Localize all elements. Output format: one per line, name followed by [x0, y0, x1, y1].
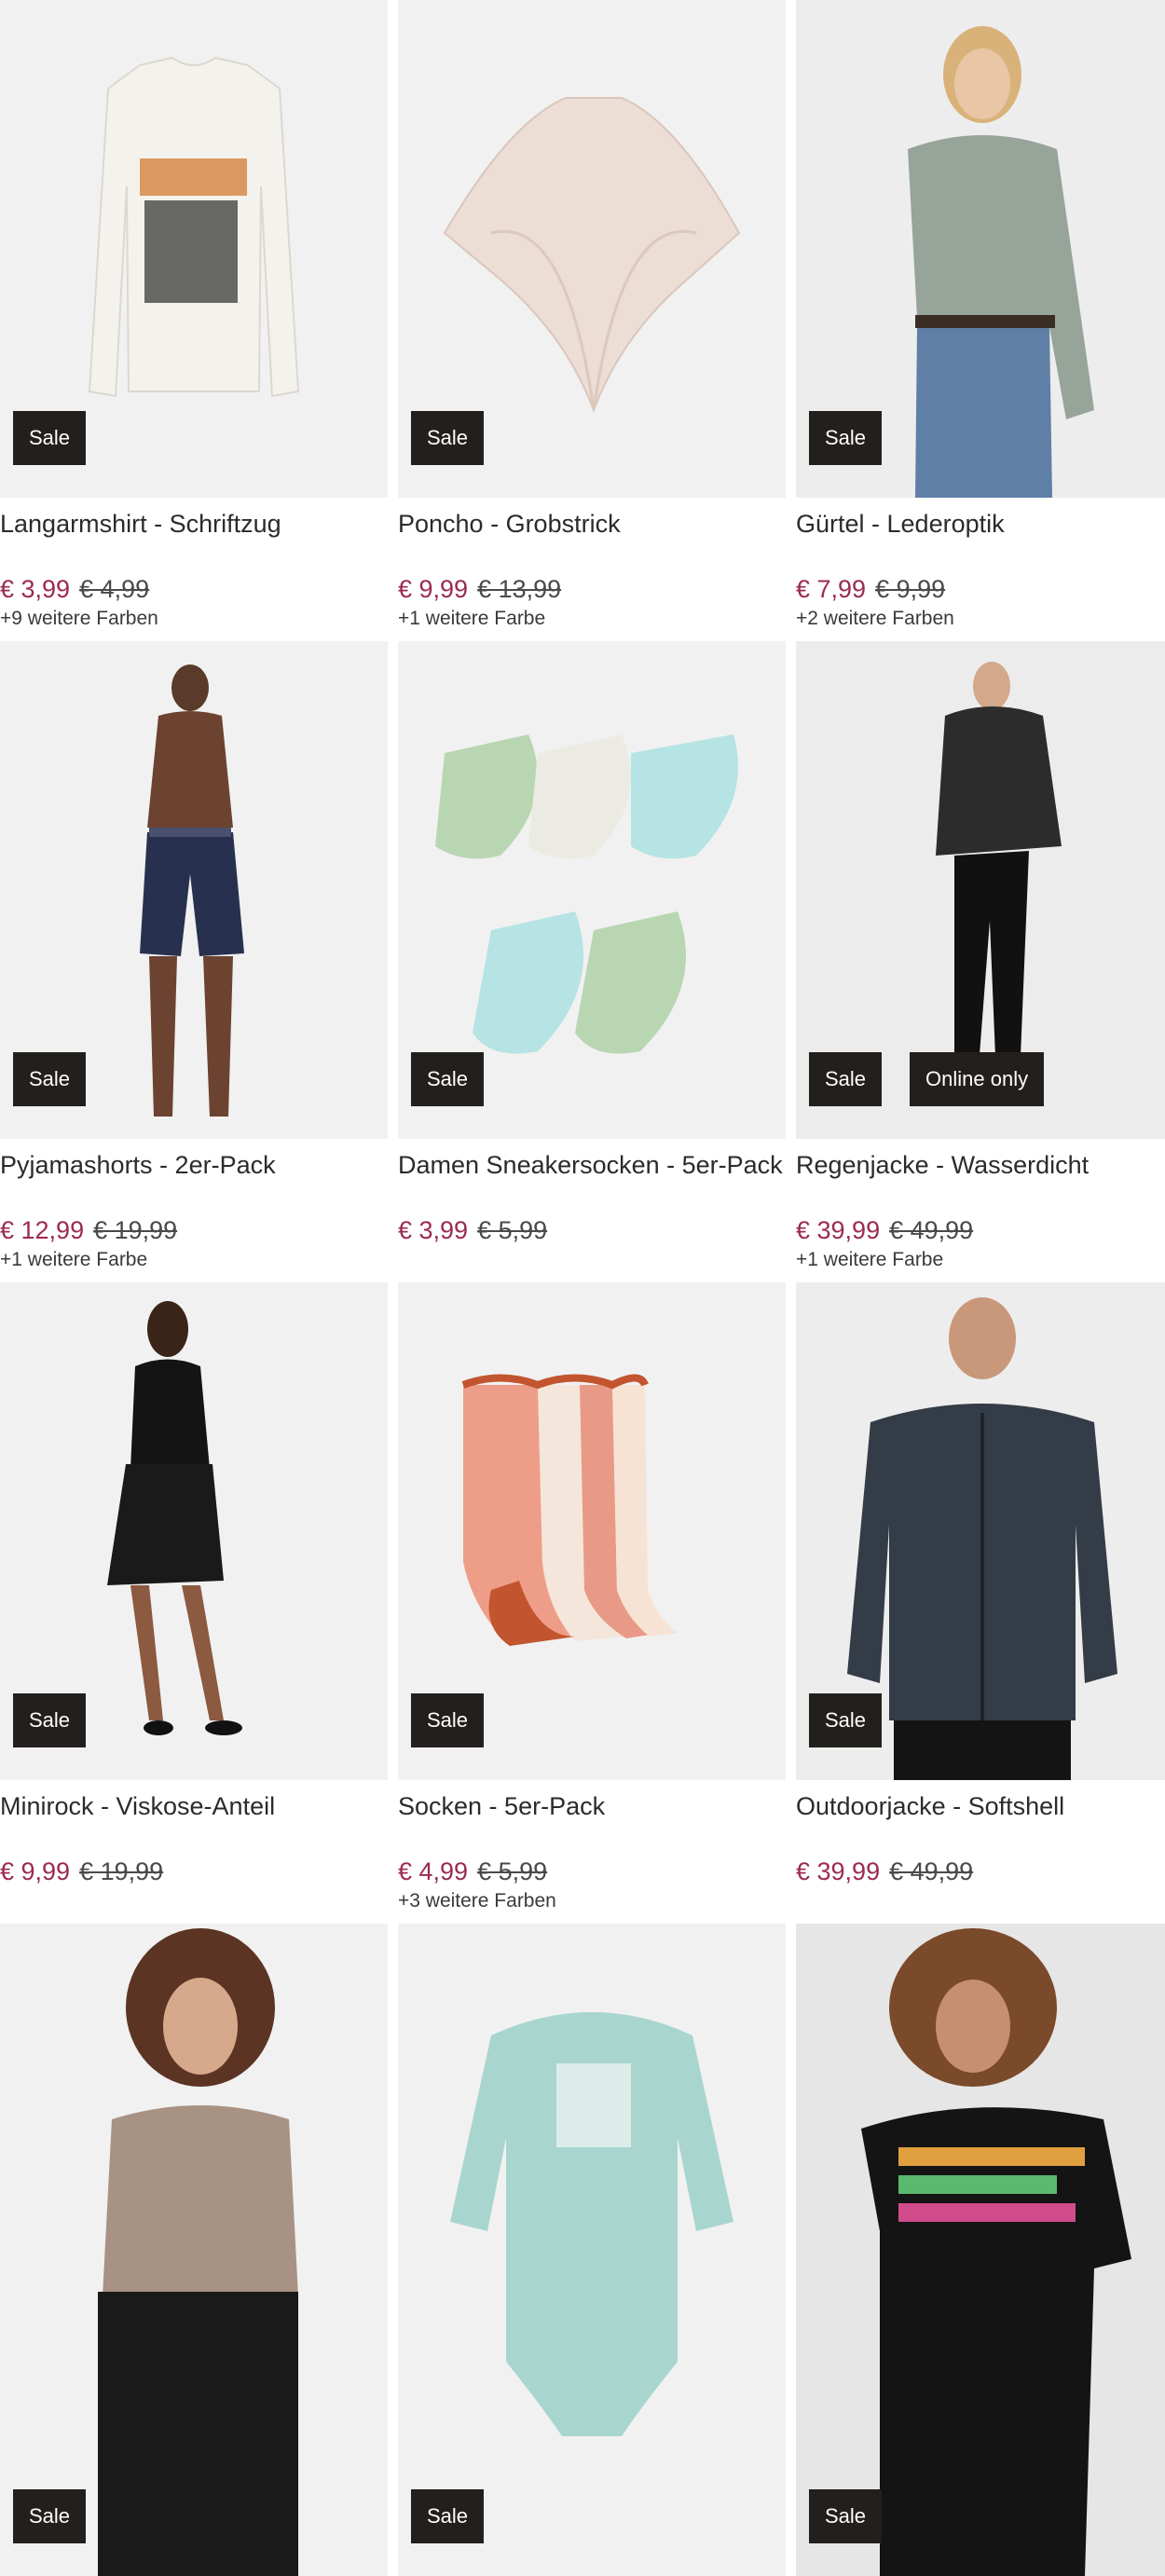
- product-grid: Sale Langarmshirt - Schriftzug € 3,99 € 4…: [0, 0, 1165, 1924]
- product-name[interactable]: Poncho - Grobstrick: [398, 507, 786, 541]
- product-name[interactable]: Pyjamashorts - 2er-Pack: [0, 1148, 388, 1182]
- product-card[interactable]: Sale: [398, 1924, 786, 2576]
- baby-bodysuit-icon: [450, 2012, 733, 2436]
- product-card[interactable]: Sale Outdoorjacke - Softshell € 39,99 € 4…: [796, 1282, 1165, 1924]
- product-name[interactable]: Socken - 5er-Pack: [398, 1789, 786, 1823]
- old-price: € 49,99: [889, 1857, 974, 1885]
- old-price: € 5,99: [477, 1216, 548, 1244]
- color-count: +3 weitere Farben: [398, 1890, 556, 1911]
- current-price: € 9,99: [0, 1857, 71, 1885]
- product-card[interactable]: Sale: [796, 1924, 1165, 2576]
- product-card[interactable]: Sale Minirock - Viskose-Anteil € 9,99 € 1…: [0, 1282, 388, 1924]
- sale-badge: Sale: [411, 1693, 485, 1747]
- product-image[interactable]: Sale: [398, 1282, 786, 1780]
- current-price: € 3,99: [398, 1216, 469, 1244]
- color-count: +9 weitere Farben: [0, 608, 158, 629]
- product-name[interactable]: Langarmshirt - Schriftzug: [0, 507, 388, 541]
- product-image[interactable]: Sale: [398, 0, 786, 498]
- color-count: +1 weitere Farbe: [796, 1249, 944, 1270]
- sale-badge: Sale: [13, 1052, 87, 1106]
- product-name[interactable]: Regenjacke - Wasserdicht: [796, 1148, 1165, 1182]
- product-image[interactable]: Sale: [398, 1924, 786, 2576]
- product-card[interactable]: Sale Pyjamashorts - 2er-Pack € 12,99 € 19…: [0, 641, 388, 1282]
- product-image[interactable]: Sale: [0, 641, 388, 1139]
- color-count: +1 weitere Farbe: [398, 608, 546, 629]
- product-image[interactable]: Sale: [398, 641, 786, 1139]
- sale-badge: Sale: [809, 2489, 883, 2543]
- product-image[interactable]: Sale: [796, 0, 1165, 498]
- current-price: € 39,99: [796, 1216, 881, 1244]
- current-price: € 7,99: [796, 575, 867, 603]
- product-image[interactable]: Sale: [0, 1282, 388, 1780]
- old-price: € 5,99: [477, 1857, 548, 1885]
- sale-badge: Sale: [13, 411, 87, 465]
- current-price: € 39,99: [796, 1857, 881, 1885]
- old-price: € 19,99: [79, 1857, 164, 1885]
- color-count: +1 weitere Farbe: [0, 1249, 148, 1270]
- product-card[interactable]: Sale Langarmshirt - Schriftzug € 3,99 € 4…: [0, 0, 388, 641]
- sale-badge: Sale: [13, 2489, 87, 2543]
- old-price: € 13,99: [477, 575, 562, 603]
- product-image[interactable]: Sale: [0, 0, 388, 498]
- product-name[interactable]: Damen Sneakersocken - 5er-Pack: [398, 1148, 786, 1182]
- sale-badge: Sale: [809, 411, 883, 465]
- product-card[interactable]: Sale Damen Sneakersocken - 5er-Pack € 3,…: [398, 641, 786, 1282]
- sale-badge: Sale: [13, 1693, 87, 1747]
- sale-badge: Sale: [411, 2489, 485, 2543]
- product-image[interactable]: Sale: [796, 1282, 1165, 1780]
- product-image[interactable]: Sale: [796, 1924, 1165, 2576]
- color-count: +2 weitere Farben: [796, 608, 954, 629]
- sale-badge: Sale: [809, 1052, 883, 1106]
- current-price: € 12,99: [0, 1216, 85, 1244]
- product-image[interactable]: Sale: [0, 1924, 388, 2576]
- product-card[interactable]: Sale Poncho - Grobstrick € 9,99 € 13,99 +…: [398, 0, 786, 641]
- sale-badge: Sale: [809, 1693, 883, 1747]
- product-card[interactable]: Sale Gürtel - Lederoptik € 7,99 € 9,99 +2…: [796, 0, 1165, 641]
- current-price: € 3,99: [0, 575, 71, 603]
- old-price: € 49,99: [889, 1216, 974, 1244]
- tshirt-model-icon: [861, 1928, 1131, 2576]
- product-image[interactable]: Sale Online only: [796, 641, 1165, 1139]
- product-name[interactable]: Minirock - Viskose-Anteil: [0, 1789, 388, 1823]
- product-card[interactable]: Sale Online only Regenjacke - Wasserdich…: [796, 641, 1165, 1282]
- product-grid-row: Sale Sale Sale: [0, 1924, 1165, 2576]
- old-price: € 9,99: [875, 575, 946, 603]
- product-name[interactable]: Gürtel - Lederoptik: [796, 507, 1165, 541]
- sale-badge: Sale: [411, 1052, 485, 1106]
- product-card[interactable]: Sale Socken - 5er-Pack € 4,99 € 5,99 +3 w…: [398, 1282, 786, 1924]
- product-card[interactable]: Sale: [0, 1924, 388, 2576]
- old-price: € 19,99: [93, 1216, 178, 1244]
- sale-badge: Sale: [411, 411, 485, 465]
- old-price: € 4,99: [79, 575, 150, 603]
- longsleeve-top-model-icon: [98, 1928, 298, 2576]
- current-price: € 4,99: [398, 1857, 469, 1885]
- current-price: € 9,99: [398, 575, 469, 603]
- online-only-badge: Online only: [910, 1052, 1045, 1106]
- product-name[interactable]: Outdoorjacke - Softshell: [796, 1789, 1165, 1823]
